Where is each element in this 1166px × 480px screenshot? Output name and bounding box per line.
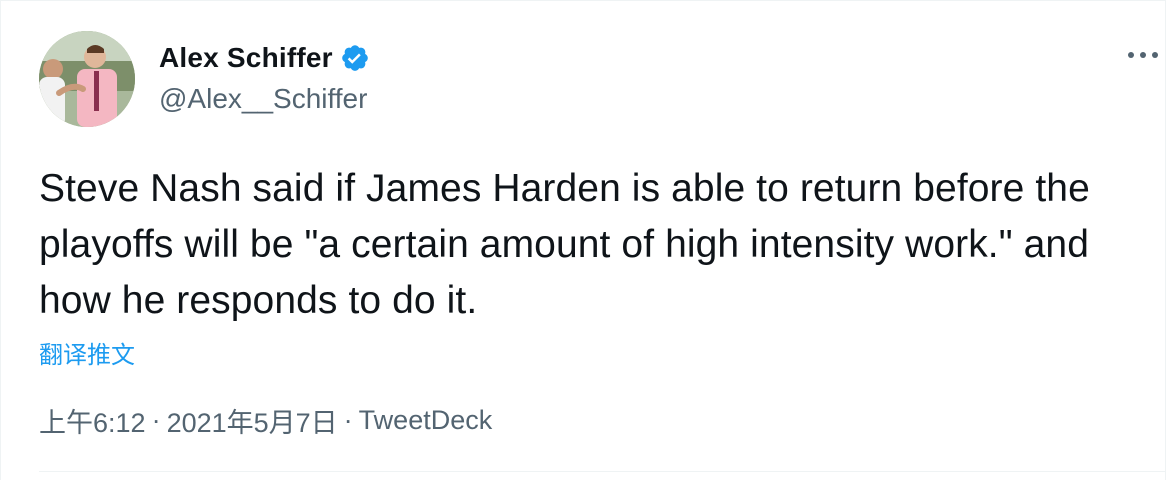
user-handle[interactable]: @Alex__Schiffer [159, 83, 370, 115]
avatar-image [39, 31, 135, 127]
tweet-source[interactable]: TweetDeck [359, 405, 493, 436]
tweet-date[interactable]: 2021年5月7日 [167, 401, 338, 440]
divider [39, 471, 1165, 472]
avatar[interactable] [39, 31, 135, 127]
more-options-icon[interactable] [1125, 45, 1165, 65]
tweet-metadata: 上午6:12 · 2021年5月7日 · TweetDeck [39, 401, 492, 440]
tweet-text: Steve Nash said if James Harden is able … [39, 167, 1090, 322]
tweet-time[interactable]: 上午6:12 [39, 401, 146, 440]
display-name-row: Alex Schiffer [159, 39, 370, 77]
verified-badge-icon [340, 43, 370, 73]
display-name[interactable]: Alex Schiffer [159, 42, 333, 74]
tweet-card: Alex Schiffer @Alex__Schiffer Steve Nash… [0, 0, 1166, 480]
meta-separator: · [343, 405, 353, 435]
meta-separator: · [151, 405, 161, 435]
translate-tweet-link[interactable]: 翻译推文 [39, 335, 135, 370]
author-block: Alex Schiffer @Alex__Schiffer [159, 39, 370, 115]
